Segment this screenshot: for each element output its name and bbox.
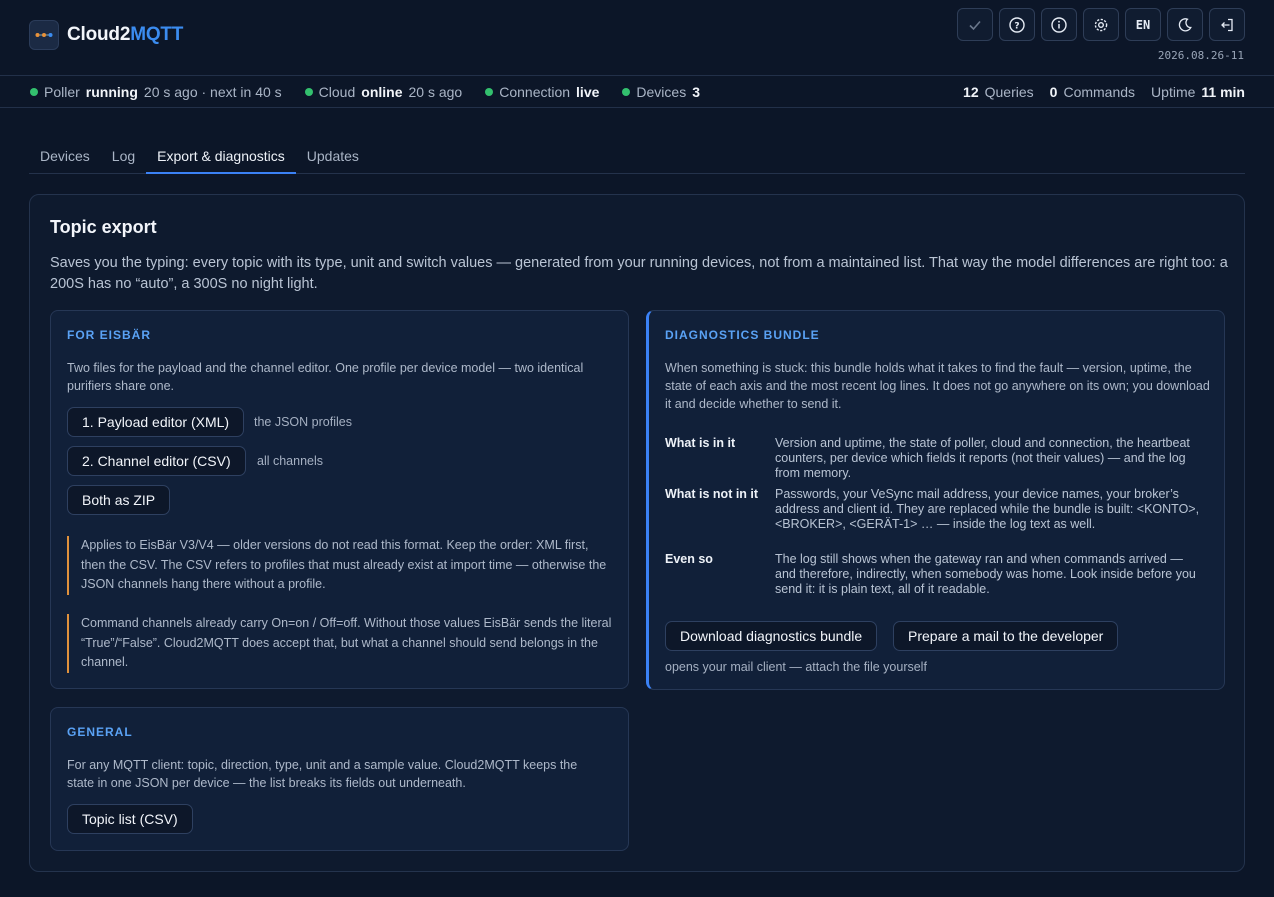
status-dot-icon: [304, 88, 313, 96]
status-poller: Poller running 20 s ago · next in 40 s: [30, 84, 282, 100]
topic-list-button[interactable]: Topic list (CSV): [67, 804, 193, 834]
page-title: Topic export: [50, 217, 157, 237]
language-button[interactable]: EN: [1125, 8, 1161, 41]
gear-icon[interactable]: [1083, 8, 1119, 41]
version-note: Applies to EisBär V3/V4 — older versions…: [67, 536, 612, 595]
svg-text:?: ?: [1014, 21, 1019, 31]
card-title: FOR EISBÄR: [67, 328, 152, 342]
topic-export-panel: Topic export Saves you the typing: every…: [29, 194, 1245, 872]
page-description: Saves you the typing: every topic with i…: [50, 255, 1228, 292]
download-diagnostics-button[interactable]: Download diagnostics bundle: [665, 621, 878, 651]
card-description: Two files for the payload and the channe…: [67, 361, 584, 393]
status-dot-icon: [30, 88, 38, 96]
app-title: Cloud2MQTT: [67, 24, 184, 45]
help-icon[interactable]: ?: [999, 8, 1035, 41]
card-title: GENERAL: [67, 725, 133, 739]
status-cloud: Cloud online 20 s ago: [304, 84, 462, 100]
header-toolbar: ? EN: [957, 8, 1245, 41]
info-icon[interactable]: [1041, 8, 1077, 41]
payload-editor-note: the JSON profiles: [254, 415, 352, 429]
diagnostics-card: DIAGNOSTICS BUNDLE When something is stu…: [646, 310, 1225, 690]
build-date: 2026.08.26-11: [1157, 49, 1244, 62]
tab-updates[interactable]: Updates: [296, 139, 370, 174]
tab-export-diagnostics[interactable]: Export & diagnostics: [146, 139, 296, 174]
app-header: Cloud2MQTT ? EN 2026.08.26-11: [0, 0, 1274, 75]
tab-log[interactable]: Log: [101, 139, 146, 174]
eisbaer-card: FOR EISBÄR Two files for the payload and…: [50, 310, 629, 689]
payload-editor-button[interactable]: 1. Payload editor (XML): [67, 407, 245, 437]
check-icon[interactable]: [957, 8, 993, 41]
general-card: GENERAL For any MQTT client: topic, dire…: [50, 707, 629, 851]
mail-developer-button[interactable]: Prepare a mail to the developer: [893, 621, 1119, 651]
not-in-bundle-label: What is not in it: [665, 487, 759, 501]
even-so-value: The log still shows when the gateway ran…: [775, 552, 1196, 596]
command-channel-note: Command channels already carry On=on / O…: [67, 614, 612, 673]
in-bundle-value: Version and uptime, the state of poller,…: [775, 436, 1190, 480]
card-description: When something is stuck: this bundle hol…: [665, 361, 1210, 411]
even-so-label: Even so: [665, 552, 713, 566]
channel-editor-button[interactable]: 2. Channel editor (CSV): [67, 446, 246, 476]
uptime: Uptime 11 min: [1151, 84, 1245, 100]
status-dot-icon: [622, 88, 631, 96]
card-description: For any MQTT client: topic, direction, t…: [67, 758, 578, 790]
queries-counter: 12 Queries: [963, 84, 1034, 100]
logo-icon: [35, 33, 53, 37]
status-bar: Poller running 20 s ago · next in 40 s C…: [0, 75, 1274, 108]
tab-devices[interactable]: Devices: [29, 139, 101, 174]
logout-icon[interactable]: [1209, 8, 1245, 41]
in-bundle-label: What is in it: [665, 436, 736, 450]
commands-counter: 0 Commands: [1049, 84, 1136, 100]
app-logo: [29, 20, 59, 50]
not-in-bundle-value: Passwords, your VeSync mail address, you…: [775, 487, 1200, 531]
mail-client-note: opens your mail client — attach the file…: [665, 660, 927, 674]
moon-icon[interactable]: [1167, 8, 1203, 41]
status-dot-icon: [485, 88, 494, 96]
status-devices: Devices 3: [622, 84, 700, 100]
tab-bar: Devices Log Export & diagnostics Updates: [29, 139, 1245, 174]
both-zip-button[interactable]: Both as ZIP: [67, 485, 171, 515]
status-connection: Connection live: [485, 84, 599, 100]
card-title: DIAGNOSTICS BUNDLE: [665, 328, 820, 342]
channel-editor-note: all channels: [257, 454, 324, 468]
